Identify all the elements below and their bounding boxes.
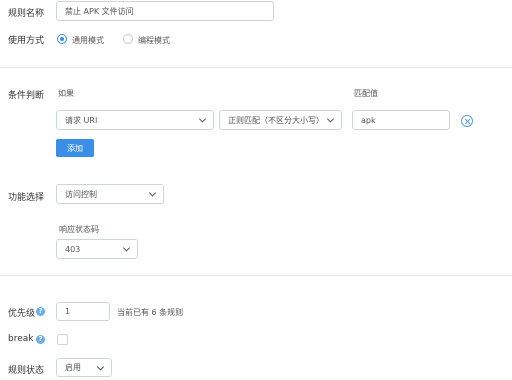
break-checkbox[interactable] — [57, 334, 68, 345]
rule-name-label: 规则名称 — [8, 9, 45, 19]
conditions-label: 条件判断 — [8, 91, 45, 101]
section-divider — [0, 67, 512, 68]
condition-field-value: 请求 URI — [65, 115, 98, 125]
chevron-down-icon — [198, 115, 207, 123]
rule-status-label: 规则状态 — [8, 366, 45, 376]
help-icon[interactable]: ? — [36, 307, 45, 316]
condition-operator-value: 正则匹配（不区分大小写） — [228, 115, 324, 125]
function-select[interactable]: 访问控制 — [56, 184, 164, 204]
condition-field-select[interactable]: 请求 URI — [56, 110, 214, 130]
help-icon[interactable]: ? — [36, 335, 45, 344]
usage-mode-label: 使用方式 — [8, 36, 45, 46]
chevron-down-icon — [326, 115, 335, 123]
radio-programming-mode-label[interactable]: 编程模式 — [138, 35, 170, 46]
status-code-value: 403 — [65, 244, 81, 254]
remove-condition-icon[interactable] — [461, 115, 473, 127]
rule-name-input[interactable]: 禁止 APK 文件访问 — [56, 1, 274, 21]
chevron-down-icon — [122, 244, 131, 252]
break-label: break — [8, 334, 34, 344]
condition-match-input[interactable]: apk — [352, 110, 450, 130]
chevron-down-icon — [96, 362, 105, 371]
function-label: 功能选择 — [8, 193, 45, 203]
rule-status-select[interactable]: 启用 — [56, 358, 112, 377]
radio-general-mode-label[interactable]: 通用模式 — [72, 35, 104, 46]
rule-status-value: 启用 — [65, 363, 81, 372]
radio-general-mode[interactable] — [57, 34, 67, 44]
conditions-match-header: 匹配值 — [354, 89, 378, 98]
priority-label: 优先级 — [8, 309, 36, 319]
section-divider — [0, 275, 512, 276]
conditions-if-header: 如果 — [58, 89, 74, 98]
radio-programming-mode[interactable] — [123, 34, 133, 44]
priority-note: 当前已有 6 条规则 — [117, 308, 184, 317]
add-condition-button[interactable]: 添加 — [56, 139, 94, 157]
condition-operator-select[interactable]: 正则匹配（不区分大小写） — [219, 110, 342, 130]
function-select-value: 访问控制 — [65, 189, 97, 199]
priority-input[interactable]: 1 — [56, 302, 110, 321]
status-code-select[interactable]: 403 — [56, 239, 138, 259]
status-code-label: 响应状态码 — [59, 225, 99, 234]
chevron-down-icon — [148, 189, 157, 197]
